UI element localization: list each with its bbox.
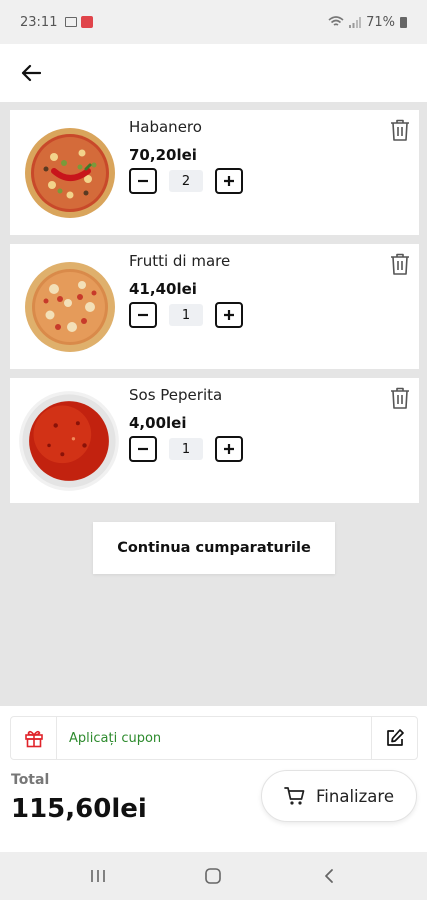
minus-icon (138, 179, 148, 183)
minus-icon (138, 313, 148, 317)
quantity-stepper: 1 (129, 302, 243, 328)
checkout-label: Finalizare (316, 786, 394, 806)
checkout-footer: Aplicați cupon Total 115,60lei Finalizar… (0, 706, 427, 852)
trash-icon[interactable] (389, 252, 411, 276)
battery-percent: 71% (366, 14, 395, 30)
cart-item: Habanero 70,20lei 2 (10, 110, 419, 235)
increase-quantity-button[interactable] (215, 168, 243, 194)
increase-quantity-button[interactable] (215, 302, 243, 328)
pizza-habanero-image (25, 128, 115, 218)
cart-item: Frutti di mare 41,40lei 1 (10, 244, 419, 369)
quantity-value: 1 (169, 438, 203, 460)
edit-coupon-button[interactable] (371, 717, 417, 759)
gift-icon (24, 730, 43, 748)
battery-icon (400, 16, 407, 28)
home-button[interactable] (193, 856, 233, 896)
status-time: 23:11 (20, 14, 58, 30)
chevron-left-icon (325, 869, 334, 883)
notification-icons (65, 16, 94, 28)
recent-apps-button[interactable] (78, 856, 118, 896)
item-name: Frutti di mare (129, 252, 231, 270)
cart-icon (284, 787, 305, 805)
wifi-icon (328, 16, 344, 26)
system-back-button[interactable] (309, 856, 349, 896)
decrease-quantity-button[interactable] (129, 436, 157, 462)
app-notification-icon (81, 16, 94, 28)
minus-icon (138, 447, 148, 451)
plus-icon (224, 310, 234, 320)
checkout-button[interactable]: Finalizare (261, 770, 417, 822)
increase-quantity-button[interactable] (215, 436, 243, 462)
arrow-left-icon (21, 64, 41, 82)
quantity-value: 2 (169, 170, 203, 192)
system-nav-bar (0, 852, 427, 900)
item-price: 41,40lei (129, 280, 197, 298)
gallery-notification-icon (65, 17, 78, 27)
decrease-quantity-button[interactable] (129, 168, 157, 194)
item-name: Habanero (129, 118, 202, 136)
plus-icon (224, 444, 234, 454)
item-price: 70,20lei (129, 146, 197, 164)
item-price: 4,00lei (129, 414, 187, 432)
quantity-stepper: 1 (129, 436, 243, 462)
app-bar (0, 44, 427, 102)
total-value: 115,60lei (11, 794, 147, 824)
plus-icon (224, 176, 234, 186)
sauce-bowl-image (19, 391, 119, 491)
status-right: 71% (328, 15, 407, 30)
status-bar: 23:11 71% (0, 0, 427, 44)
trash-icon[interactable] (389, 118, 411, 142)
back-button[interactable] (18, 60, 44, 86)
apply-coupon-label[interactable]: Aplicați cupon (57, 731, 371, 746)
signal-icon (349, 16, 362, 28)
quantity-stepper: 2 (129, 168, 243, 194)
quantity-value: 1 (169, 304, 203, 326)
trash-icon[interactable] (389, 386, 411, 410)
pizza-frutti-di-mare-image (25, 262, 115, 352)
coupon-row[interactable]: Aplicați cupon (10, 716, 418, 760)
total-label: Total (11, 772, 50, 788)
cart-item: Sos Peperita 4,00lei 1 (10, 378, 419, 503)
decrease-quantity-button[interactable] (129, 302, 157, 328)
home-icon (205, 868, 222, 884)
continue-shopping-button[interactable]: Continua cumparaturile (93, 522, 335, 574)
edit-icon (386, 729, 404, 746)
cart-list: Habanero 70,20lei 2 Frutti di mare 41,40… (10, 110, 419, 512)
recent-apps-icon (91, 870, 105, 882)
item-name: Sos Peperita (129, 386, 223, 404)
gift-icon-container (11, 717, 57, 759)
